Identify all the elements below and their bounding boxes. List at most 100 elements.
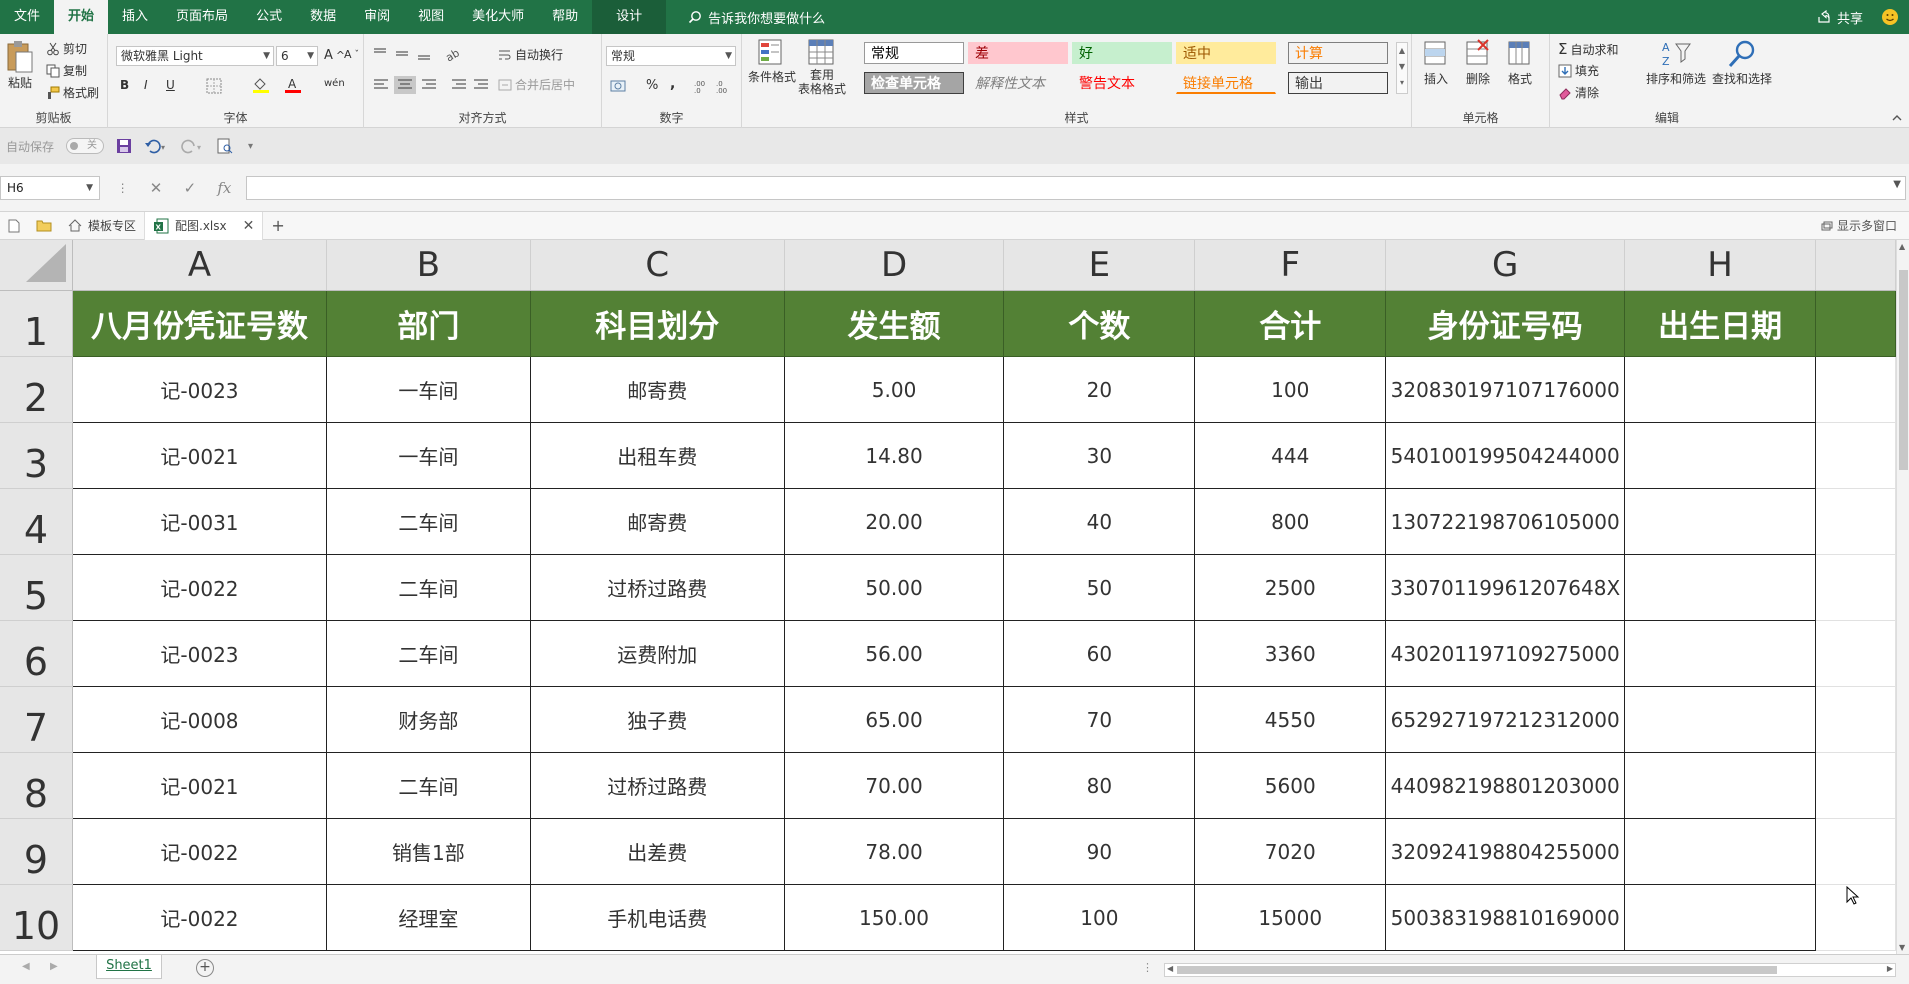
horizontal-scroll-thumb[interactable] bbox=[1177, 966, 1777, 974]
save-icon[interactable] bbox=[116, 138, 132, 154]
number-format-combo[interactable]: 常规 ▼ bbox=[606, 46, 736, 66]
table-cell[interactable] bbox=[1624, 488, 1817, 555]
font-size-combo[interactable]: 6 ▼ bbox=[276, 46, 318, 66]
row-header[interactable]: 6 bbox=[0, 620, 73, 687]
table-cell[interactable]: 30 bbox=[1003, 422, 1196, 489]
empty-cell[interactable] bbox=[1815, 554, 1896, 621]
table-cell[interactable]: 记-0023 bbox=[72, 356, 327, 423]
table-cell[interactable] bbox=[1624, 884, 1817, 951]
menu-data[interactable]: 数据 bbox=[296, 0, 350, 34]
undo-icon[interactable]: ▾ bbox=[144, 138, 168, 154]
table-cell[interactable]: 销售1部 bbox=[325, 818, 531, 885]
table-cell[interactable]: 独子费 bbox=[529, 686, 785, 753]
grow-font-button[interactable]: A ^ bbox=[324, 48, 345, 63]
open-folder-button[interactable] bbox=[28, 212, 60, 240]
table-cell[interactable]: 50 bbox=[1003, 554, 1196, 621]
scroll-down-icon[interactable]: ▼ bbox=[1899, 943, 1905, 952]
table-cell[interactable]: 40 bbox=[1003, 488, 1196, 555]
cell-style-0[interactable]: 常规 bbox=[864, 42, 964, 64]
customize-qat-icon[interactable]: ▾ bbox=[248, 141, 253, 152]
cell-style-1[interactable]: 差 bbox=[968, 42, 1068, 64]
table-cell[interactable] bbox=[1624, 554, 1817, 621]
table-cell[interactable] bbox=[1624, 620, 1817, 687]
table-cell[interactable]: 50.00 bbox=[783, 554, 1005, 621]
table-cell[interactable]: 一车间 bbox=[325, 422, 531, 489]
cell-style-9[interactable]: 输出 bbox=[1288, 72, 1388, 94]
table-cell[interactable]: 33070119961207648X bbox=[1385, 554, 1626, 621]
column-header-b[interactable]: B bbox=[326, 240, 531, 291]
tell-me-search[interactable]: 告诉我你想要做什么 bbox=[666, 8, 825, 27]
table-cell[interactable]: 出差费 bbox=[529, 818, 785, 885]
menu-design[interactable]: 设计 bbox=[592, 0, 667, 34]
table-cell[interactable]: 65.00 bbox=[783, 686, 1005, 753]
table-cell[interactable]: 800 bbox=[1194, 488, 1387, 555]
menu-review[interactable]: 审阅 bbox=[350, 0, 404, 34]
cell-style-7[interactable]: 警告文本 bbox=[1072, 72, 1172, 94]
empty-cell[interactable] bbox=[1815, 422, 1896, 489]
smiley-icon[interactable] bbox=[1881, 8, 1899, 26]
table-cell[interactable]: 过桥过路费 bbox=[529, 554, 785, 621]
prev-sheet-icon[interactable]: ◀ bbox=[22, 961, 30, 972]
sort-filter-button[interactable]: AZ 排序和筛选 bbox=[1646, 38, 1706, 87]
confirm-icon[interactable]: ✓ bbox=[184, 179, 197, 197]
header-cell[interactable]: 部门 bbox=[325, 290, 531, 357]
empty-cell[interactable] bbox=[1815, 818, 1896, 885]
table-cell[interactable]: 二车间 bbox=[325, 488, 531, 555]
insert-function-icon[interactable]: fx bbox=[217, 179, 231, 197]
table-cell[interactable]: 80 bbox=[1003, 752, 1196, 819]
table-cell[interactable]: 2500 bbox=[1194, 554, 1387, 621]
empty-cell[interactable] bbox=[1815, 752, 1896, 819]
column-header-f[interactable]: F bbox=[1194, 240, 1387, 291]
menu-view[interactable]: 视图 bbox=[404, 0, 458, 34]
table-cell[interactable]: 100 bbox=[1003, 884, 1196, 951]
horizontal-scrollbar[interactable]: ◀ ▶ bbox=[1164, 963, 1896, 977]
menu-home[interactable]: 开始 bbox=[54, 0, 109, 34]
cell-style-5[interactable]: 检查单元格 bbox=[864, 72, 964, 94]
vertical-scrollbar[interactable]: ▲ ▼ bbox=[1896, 240, 1909, 954]
italic-button[interactable]: I bbox=[144, 78, 148, 92]
menu-page-layout[interactable]: 页面布局 bbox=[162, 0, 242, 34]
format-cells-button[interactable]: 格式 bbox=[1506, 38, 1534, 87]
column-header-g[interactable]: G bbox=[1385, 240, 1626, 291]
wrap-text-button[interactable]: 自动换行 bbox=[498, 46, 563, 63]
font-color-icon[interactable]: A bbox=[284, 76, 302, 94]
table-cell[interactable]: 78.00 bbox=[783, 818, 1005, 885]
row-header[interactable]: 5 bbox=[0, 554, 73, 621]
column-header-a[interactable]: A bbox=[72, 240, 327, 291]
formula-input[interactable]: ▼ bbox=[246, 176, 1906, 200]
menu-insert[interactable]: 插入 bbox=[108, 0, 162, 34]
row-header[interactable]: 1 bbox=[0, 290, 73, 357]
format-as-table-button[interactable]: 套用 表格格式 bbox=[798, 38, 846, 96]
cell-style-6[interactable]: 解释性文本 bbox=[968, 72, 1068, 94]
table-cell[interactable]: 二车间 bbox=[325, 620, 531, 687]
vertical-align-icons[interactable] bbox=[372, 46, 436, 62]
table-cell[interactable]: 15000 bbox=[1194, 884, 1387, 951]
copy-button[interactable]: 复制 bbox=[46, 62, 87, 79]
table-cell[interactable]: 320924198804255000 bbox=[1385, 818, 1626, 885]
decimal-icons[interactable]: .00.0.0.00 bbox=[694, 78, 734, 94]
table-cell[interactable]: 记-0021 bbox=[72, 752, 327, 819]
find-select-button[interactable]: 查找和选择 bbox=[1712, 38, 1772, 87]
table-cell[interactable]: 14.80 bbox=[783, 422, 1005, 489]
table-cell[interactable]: 记-0022 bbox=[72, 554, 327, 621]
table-cell[interactable]: 150.00 bbox=[783, 884, 1005, 951]
insert-cells-button[interactable]: 插入 bbox=[1422, 38, 1450, 87]
cell-style-2[interactable]: 好 bbox=[1072, 42, 1172, 64]
row-header[interactable]: 8 bbox=[0, 752, 73, 819]
table-cell[interactable]: 70.00 bbox=[783, 752, 1005, 819]
style-gallery-scroll[interactable]: ▲ ▼ ▾ bbox=[1396, 42, 1408, 94]
table-cell[interactable]: 4550 bbox=[1194, 686, 1387, 753]
next-sheet-icon[interactable]: ▶ bbox=[50, 961, 58, 972]
bold-button[interactable]: B bbox=[120, 78, 129, 92]
row-header[interactable]: 3 bbox=[0, 422, 73, 489]
scroll-right-icon[interactable]: ▶ bbox=[1887, 964, 1893, 973]
table-cell[interactable]: 记-0023 bbox=[72, 620, 327, 687]
merge-center-button[interactable]: 合并后居中 bbox=[498, 76, 575, 93]
font-name-combo[interactable]: 微软雅黑 Light ▼ bbox=[116, 46, 274, 66]
row-header[interactable]: 4 bbox=[0, 488, 73, 555]
column-header-d[interactable]: D bbox=[784, 240, 1005, 291]
percent-button[interactable]: % bbox=[646, 78, 658, 93]
row-header[interactable]: 2 bbox=[0, 356, 73, 423]
empty-cell[interactable] bbox=[1815, 290, 1896, 357]
header-cell[interactable]: 科目划分 bbox=[529, 290, 785, 357]
